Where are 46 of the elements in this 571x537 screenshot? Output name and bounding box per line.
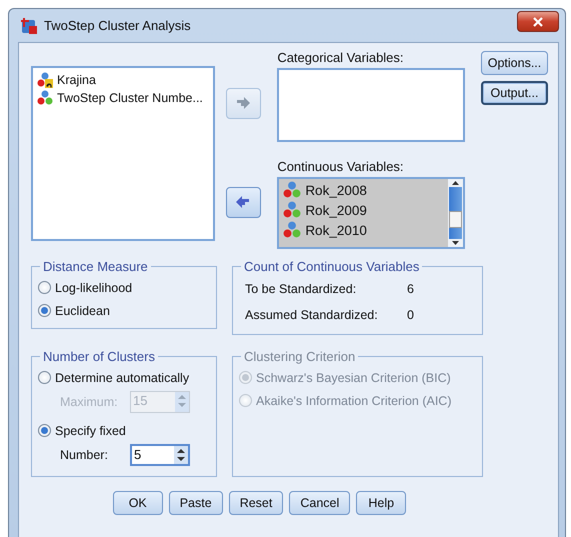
app-icon [20,16,38,34]
categorical-variable-list[interactable] [277,68,465,142]
close-icon [532,16,544,26]
dialog-button[interactable]: OK [112,491,163,515]
field-label: Maximum: [60,395,119,409]
field-label: Number: [60,448,109,462]
right-arrow-icon [235,96,252,110]
close-button[interactable] [517,11,559,32]
side-dialog-button[interactable]: Output... [481,81,548,105]
move-left-button[interactable] [226,187,261,218]
radio-option[interactable]: Determine automatically [38,366,210,389]
count-value: 0 [407,308,414,322]
variable-item[interactable]: Krajina [37,71,210,89]
variable-item[interactable]: Rok_2008 [283,180,444,200]
group-title: Count of Continuous Variables [243,259,420,274]
group-title: Clustering Criterion [243,349,356,364]
scale-variable-icon [37,90,53,106]
group-title: Distance Measure [42,259,149,274]
variable-item[interactable]: Rok_2010 [283,220,444,240]
categorical-variables-label: Categorical Variables: [277,50,405,65]
left-arrow-icon [235,196,252,210]
dialog-button[interactable]: Paste [168,491,223,515]
scrollbar[interactable] [448,179,463,247]
nominal-variable-icon [37,72,53,88]
dialog-button[interactable]: Reset [228,491,284,515]
scale-variable-icon [283,181,302,199]
count-label: To be Standardized: [245,282,358,296]
count-label: Assumed Standardized: [245,308,379,322]
variable-item[interactable]: TwoStep Cluster Numbe... [37,89,210,107]
count-value: 6 [407,282,414,296]
dialog-button[interactable]: Cancel [289,491,350,515]
side-dialog-button[interactable]: Options... [481,51,548,75]
number-spinner[interactable]: 5 [130,444,190,466]
radio-option[interactable]: Euclidean [38,299,210,322]
continuous-variable-list[interactable]: Rok_2008 Rok_2009 Rok_2010 [277,177,465,249]
continuous-variables-label: Continuous Variables: [277,159,405,174]
scroll-thumb[interactable] [449,211,462,228]
radio-option[interactable]: Log-likelihood [38,276,210,299]
scale-variable-icon [283,201,302,219]
scale-variable-icon [283,221,302,239]
source-variable-list[interactable]: Krajina TwoStep Cluster Numbe... [31,66,216,241]
dialog-button[interactable]: Help [356,491,406,515]
variable-item[interactable]: Rok_2009 [283,200,444,220]
group-title: Number of Clusters [42,349,156,364]
radio-option[interactable]: Specify fixed [38,419,210,442]
window-title: TwoStep Cluster Analysis [44,18,192,33]
